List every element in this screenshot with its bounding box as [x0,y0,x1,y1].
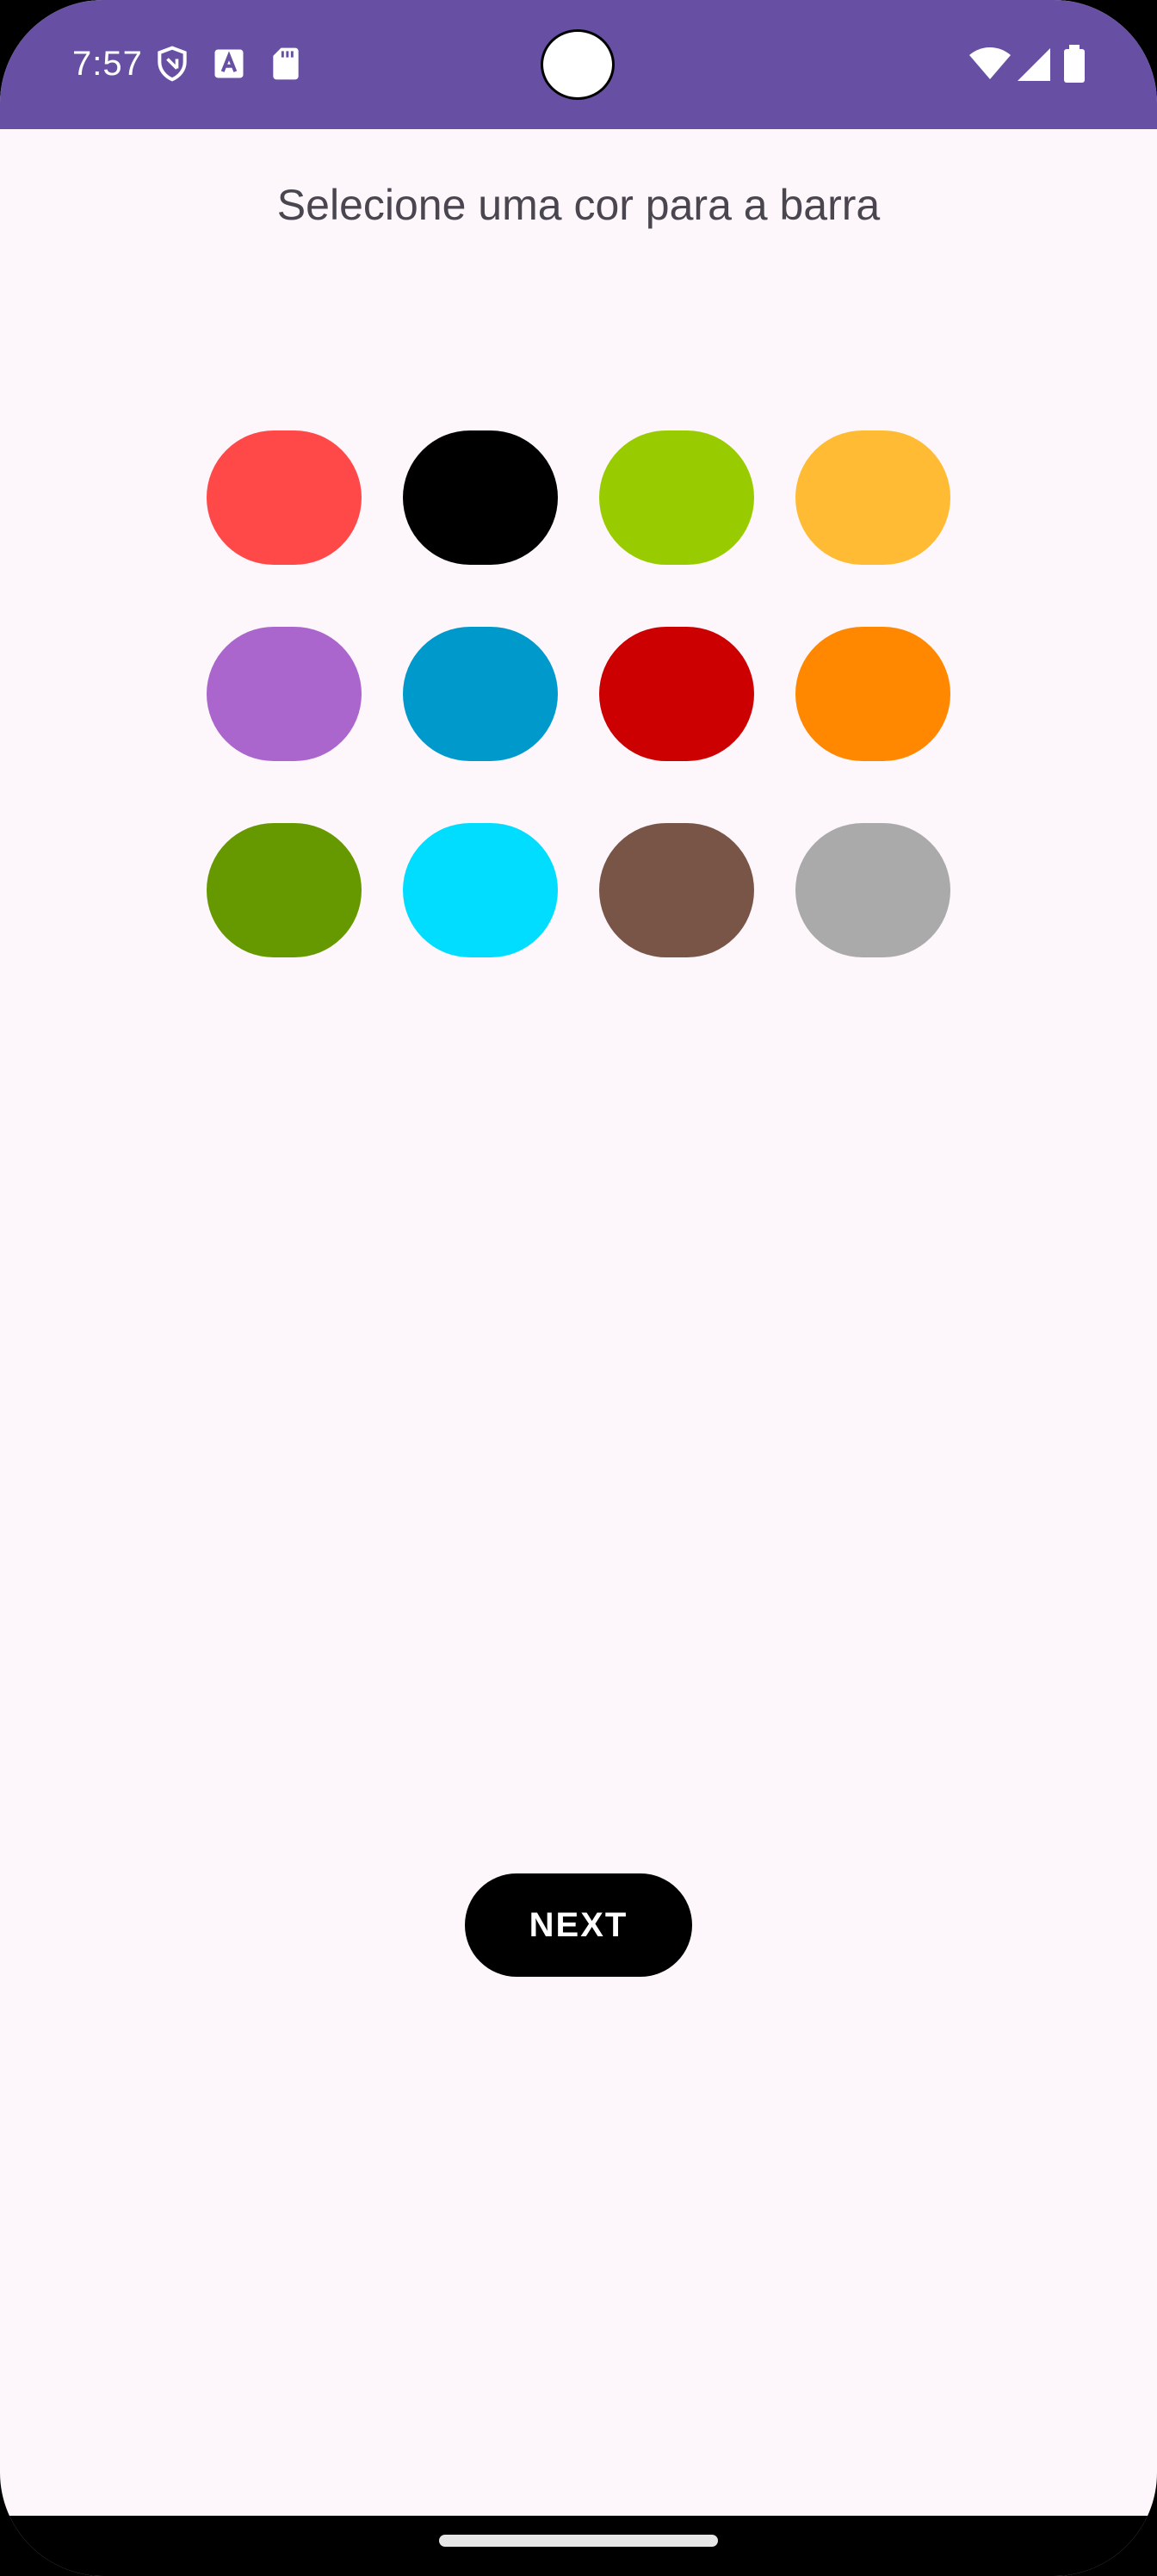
sd-card-icon [267,45,305,83]
status-time: 7:57 [72,45,143,83]
color-swatch-olive-green[interactable] [207,823,362,957]
color-swatch-black[interactable] [403,430,558,565]
next-button[interactable]: NEXT [465,1873,692,1977]
battery-icon [1062,45,1086,83]
color-swatch-purple[interactable] [207,627,362,761]
home-gesture-handle[interactable] [439,2535,718,2547]
phone-screen: 7:57 Selecione uma cor para a barra NEXT [0,0,1157,2576]
color-swatch-cyan[interactable] [403,823,558,957]
cell-signal-icon [1014,45,1052,83]
color-swatch-amber[interactable] [795,430,950,565]
page-title: Selecione uma cor para a barra [276,181,881,229]
wifi-icon [968,45,1012,83]
front-camera-cutout [541,29,615,100]
color-swatch-brown[interactable] [599,823,754,957]
navigation-bar [0,2516,1157,2576]
color-swatch-orange[interactable] [795,627,950,761]
color-swatch-lime[interactable] [599,430,754,565]
shield-icon [153,45,191,83]
color-swatch-dark-red[interactable] [599,627,754,761]
color-swatch-gray[interactable] [795,823,950,957]
font-icon [210,45,248,83]
color-swatch-blue[interactable] [403,627,558,761]
color-swatch-red[interactable] [207,430,362,565]
